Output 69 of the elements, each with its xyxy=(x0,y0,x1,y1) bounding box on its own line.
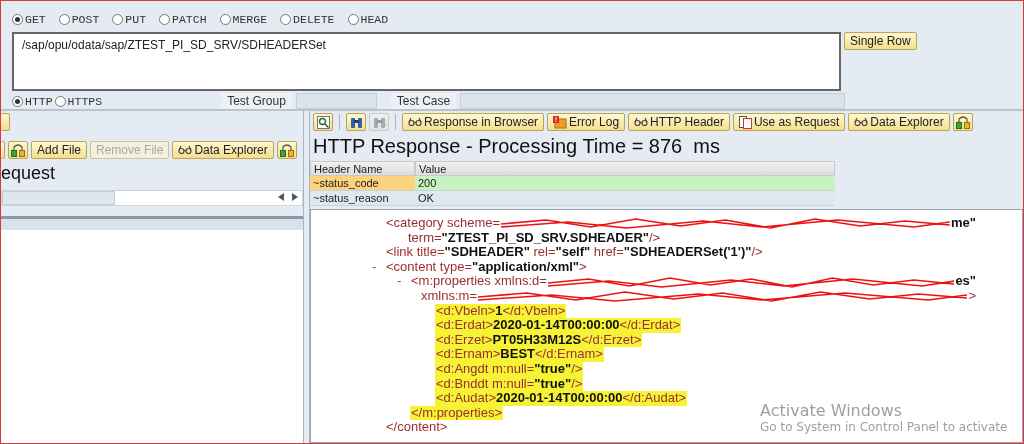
xml-text: <category scheme= xyxy=(385,216,502,231)
method-radio[interactable]: MERGE xyxy=(219,12,268,26)
error-log-icon xyxy=(553,115,568,129)
transport-button[interactable] xyxy=(8,141,28,159)
glasses-icon xyxy=(178,145,193,155)
connected-boxes-icon xyxy=(955,115,970,129)
collapse-toggle[interactable]: - xyxy=(397,273,402,289)
xml-text: <d:Vbeln>1</d:Vbeln> xyxy=(435,303,567,319)
toolbar-button[interactable]: Use as Request xyxy=(732,113,846,131)
activation-notice-text: Go to System in Control Panel to activate xyxy=(760,420,1008,434)
xml-text: <link title="SDHEADER" rel="self" href="SDHEADERSet('1')"/> xyxy=(385,245,764,260)
single-row-button[interactable]: Single Row xyxy=(844,32,917,50)
xml-text: > xyxy=(967,288,977,304)
test-group-label: Test Group xyxy=(221,93,292,109)
protocol-radio[interactable]: HTTP xyxy=(12,94,53,108)
xml-text: me" xyxy=(950,216,977,231)
method-radio[interactable]: HEAD xyxy=(347,12,389,26)
document-icon xyxy=(738,115,752,129)
toolbar-button[interactable]: Data Explorer xyxy=(848,113,950,131)
toolbar-button[interactable]: HTTP Header xyxy=(628,113,730,131)
activation-notice-title: Activate Windows xyxy=(760,401,904,420)
column-header: Value xyxy=(415,161,835,176)
connected-boxes-icon xyxy=(279,143,294,157)
xml-text: <content type="application/xml"> xyxy=(385,259,588,275)
find-button[interactable] xyxy=(313,113,333,131)
url-field[interactable]: /sap/opu/odata/sap/ZTEST_PI_SD_SRV/SDHEADERSet xyxy=(12,32,841,91)
glasses-icon xyxy=(634,117,649,127)
xml-text: <d:Ernam>BEST</d:Ernam> xyxy=(435,347,604,362)
find-button[interactable] xyxy=(346,113,366,131)
xml-text: <m:properties xmlns:d= xyxy=(410,274,547,289)
binoculars-icon xyxy=(349,115,363,129)
panel-title: equest xyxy=(1,162,57,185)
binoculars-plus-icon xyxy=(372,115,386,129)
xml-text: xmlns:m= xyxy=(421,288,477,304)
column-header: Header Name xyxy=(310,161,415,176)
xml-text: term="ZTEST_PI_SD_SRV.SDHEADER"/> xyxy=(408,230,662,246)
table-cell: ~status_reason xyxy=(310,191,415,206)
scroll-right-icon[interactable] xyxy=(292,193,298,201)
test-case-field[interactable] xyxy=(460,93,846,109)
table-cell: OK xyxy=(415,191,835,206)
toolbar-button[interactable]: Response in Browser xyxy=(402,113,545,131)
toolbar-button[interactable]: Error Log xyxy=(547,113,626,131)
glasses-icon xyxy=(854,117,869,127)
test-group-field[interactable] xyxy=(295,93,377,109)
method-radio[interactable]: GET xyxy=(12,12,46,26)
xml-text: <d:Erdat>2020-01-14T00:00:00</d:Erdat> xyxy=(435,318,682,333)
transport-button[interactable] xyxy=(276,141,297,159)
response-title: HTTP Response - Processing Time = 876 ms xyxy=(312,134,721,159)
toolbar-button[interactable]: Add File xyxy=(31,141,88,159)
protocol-radio[interactable]: HTTPS xyxy=(54,94,103,108)
method-radio[interactable]: POST xyxy=(58,12,100,26)
table-cell: ~status_code xyxy=(310,176,415,191)
table-cell: 200 xyxy=(415,176,835,191)
horizontal-scrollbar[interactable] xyxy=(1,190,303,206)
xml-text: es" xyxy=(954,274,977,289)
glasses-icon xyxy=(408,117,422,127)
connected-boxes-icon xyxy=(11,143,25,157)
test-case-label: Test Case xyxy=(390,93,457,109)
method-radio[interactable]: PATCH xyxy=(159,12,207,26)
search-icon xyxy=(316,115,330,129)
scroll-left-icon[interactable] xyxy=(278,193,284,201)
xml-text: </content> xyxy=(385,420,448,435)
method-radio[interactable]: PUT xyxy=(112,12,147,26)
xml-text: </m:properties> xyxy=(410,405,504,421)
toolbar-button[interactable]: Data Explorer xyxy=(172,141,274,159)
collapse-toggle[interactable]: - xyxy=(372,258,377,274)
method-radio[interactable]: DELETE xyxy=(280,12,335,26)
transport-button[interactable] xyxy=(952,113,973,131)
xml-text: <d:Audat>2020-01-14T00:00:00</d:Audat> xyxy=(435,391,688,406)
